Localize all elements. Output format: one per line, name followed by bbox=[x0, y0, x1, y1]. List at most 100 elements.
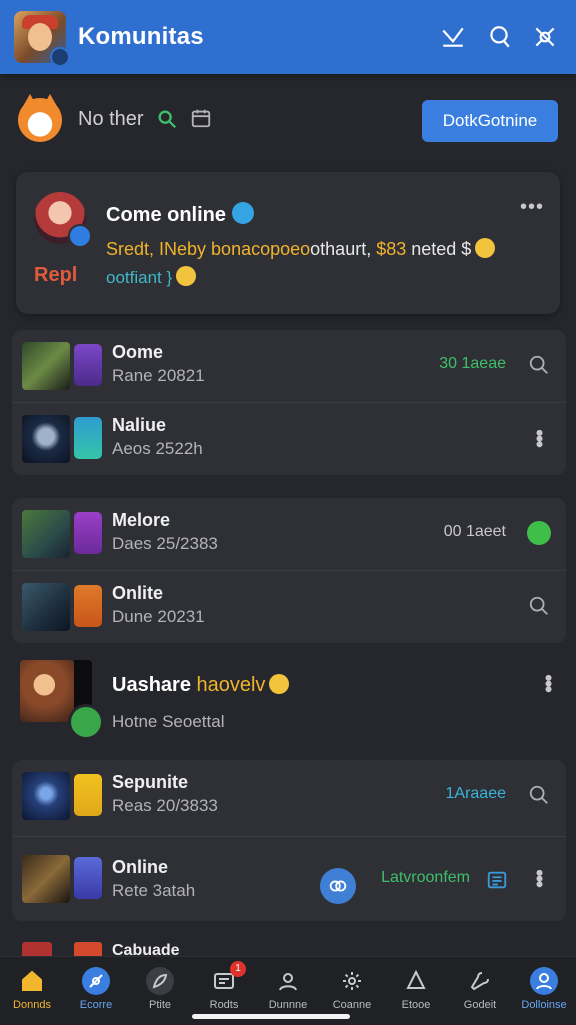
search-icon[interactable] bbox=[526, 352, 552, 378]
compose-fab-icon[interactable] bbox=[320, 868, 356, 904]
nav-label: Godeit bbox=[463, 999, 497, 1011]
inbox-icon[interactable] bbox=[438, 22, 468, 52]
item-status: 30 1aeae bbox=[439, 355, 506, 372]
go-online-button[interactable]: DotkGotnine bbox=[422, 100, 558, 142]
tools-icon bbox=[466, 967, 494, 995]
account-icon bbox=[530, 967, 558, 995]
chat-group-3: Sepunite Reas 20/3833 1Araaee Online Ret… bbox=[12, 760, 566, 921]
emoji-icon bbox=[269, 674, 290, 694]
more-vert-icon[interactable]: ••• bbox=[526, 425, 552, 451]
list-item[interactable]: Naliue Aeos 2522h ••• bbox=[12, 403, 566, 475]
nav-label: Rodts bbox=[209, 999, 239, 1011]
badge-icon bbox=[232, 202, 254, 224]
feather-icon bbox=[146, 967, 174, 995]
green-dot-icon[interactable] bbox=[526, 520, 552, 546]
game-thumbnail bbox=[22, 855, 70, 903]
game-thumbnail bbox=[22, 942, 52, 956]
list-item[interactable]: Onlite Dune 20231 bbox=[12, 571, 566, 643]
item-status: 00 1aeet bbox=[443, 523, 506, 540]
profile-icon bbox=[274, 967, 302, 995]
game-mini-icon bbox=[74, 512, 102, 554]
conversation-item[interactable]: Uashare haovelv Hotne Seoettal ••• bbox=[0, 652, 576, 744]
item-title: Naliue bbox=[112, 415, 167, 435]
list-item-partial[interactable]: Cabuade bbox=[12, 938, 566, 956]
people-icon bbox=[402, 967, 430, 995]
page-title: Komunitas bbox=[78, 23, 204, 50]
game-thumbnail bbox=[22, 583, 70, 631]
game-mini-icon bbox=[74, 344, 102, 386]
item-subtitle: Daes 25/2383 bbox=[112, 534, 218, 553]
search-icon[interactable] bbox=[484, 22, 514, 52]
list-item[interactable]: Sepunite Reas 20/3833 1Araaee bbox=[12, 760, 566, 837]
list-item[interactable]: Online Rete 3atah Latvroonfem ••• bbox=[12, 837, 566, 921]
nav-label: Ptite bbox=[148, 999, 171, 1011]
verified-icon bbox=[68, 224, 92, 248]
nav-label: Ecorre bbox=[79, 999, 113, 1011]
fox-mascot-icon bbox=[18, 94, 62, 142]
msg-part: Sredt, INeby bbox=[106, 239, 212, 259]
search-icon[interactable] bbox=[526, 593, 552, 619]
game-thumbnail bbox=[22, 415, 70, 463]
msg-part: bonacopoeo bbox=[211, 239, 311, 259]
item-title: Online bbox=[112, 857, 169, 877]
emoji-icon bbox=[176, 266, 197, 286]
nav-account[interactable]: Dolloinse bbox=[512, 957, 576, 1025]
list-item[interactable]: Melore Daes 25/2383 00 1aeet bbox=[12, 498, 566, 571]
msg-part: neted $ bbox=[406, 239, 472, 259]
item-subtitle: Rane 20821 bbox=[112, 366, 205, 385]
msg-part: ootfiant } bbox=[106, 268, 173, 287]
nav-label: Etooe bbox=[401, 999, 431, 1011]
nav-people[interactable]: Etooe bbox=[384, 957, 448, 1025]
chat-group-2: Melore Daes 25/2383 00 1aeet Onlite Dune… bbox=[12, 498, 566, 643]
game-thumbnail bbox=[22, 772, 70, 820]
item-subtitle: Dune 20231 bbox=[112, 607, 205, 626]
item-subtitle: Rete 3atah bbox=[112, 881, 196, 900]
featured-card[interactable]: Repl Come online ••• Sredt, INeby bonaco… bbox=[16, 172, 560, 314]
app-bar: Komunitas bbox=[0, 0, 576, 74]
online-indicator bbox=[527, 521, 551, 545]
home-indicator[interactable] bbox=[192, 1014, 350, 1019]
nav-feather[interactable]: Ptite bbox=[128, 957, 192, 1025]
list-item[interactable]: Oome Rane 20821 30 1aeae bbox=[12, 330, 566, 403]
game-mini-icon bbox=[74, 774, 102, 816]
game-mini-icon bbox=[74, 585, 102, 627]
item-status: Latvroonfem bbox=[381, 869, 470, 886]
game-mini-icon bbox=[74, 417, 102, 459]
item-title: Cabuade bbox=[112, 942, 180, 956]
conversation-title: Uashare haovelv bbox=[112, 674, 290, 697]
more-vert-icon[interactable]: ••• bbox=[526, 865, 552, 891]
item-title: Onlite bbox=[112, 583, 164, 603]
featured-title: Come online bbox=[106, 204, 227, 226]
nav-tools[interactable]: Godeit bbox=[448, 957, 512, 1025]
nav-explore[interactable]: Ecorre bbox=[64, 957, 128, 1025]
nav-home[interactable]: Donnds bbox=[0, 957, 64, 1025]
nav-label: Dolloinse bbox=[521, 999, 567, 1011]
item-title: Sepunite bbox=[112, 772, 189, 792]
notes-icon[interactable] bbox=[486, 869, 508, 891]
filter-label[interactable]: No ther bbox=[78, 108, 144, 131]
filter-search-icon[interactable] bbox=[156, 108, 178, 130]
featured-avatar[interactable] bbox=[34, 192, 92, 248]
featured-message: Sredt, INeby bonacopoeoothaurt, $83 nete… bbox=[106, 238, 496, 260]
emoji-icon bbox=[475, 238, 496, 258]
more-vert-icon[interactable]: ••• bbox=[536, 674, 561, 691]
settings-icon bbox=[338, 967, 366, 995]
home-icon bbox=[18, 967, 46, 995]
msg-part: othaurt, bbox=[310, 239, 377, 259]
game-thumbnail bbox=[22, 342, 70, 390]
game-thumbnail bbox=[22, 510, 70, 558]
compass-icon bbox=[82, 967, 110, 995]
calendar-icon[interactable] bbox=[190, 106, 212, 130]
item-subtitle: Aeos 2522h bbox=[112, 439, 203, 458]
chat-search-icon[interactable] bbox=[526, 782, 552, 808]
conversation-subtitle: Hotne Seoettal bbox=[112, 712, 225, 731]
title-part: haovelv bbox=[196, 674, 266, 696]
title-part: Uashare bbox=[112, 674, 197, 696]
settings-icon[interactable] bbox=[530, 22, 560, 52]
nav-label: Dunnne bbox=[268, 999, 308, 1011]
more-icon[interactable]: ••• bbox=[520, 196, 544, 219]
game-mini-icon bbox=[74, 857, 102, 899]
reply-link[interactable]: Repl bbox=[34, 264, 77, 287]
app-avatar[interactable] bbox=[14, 11, 70, 67]
msg-part: $83 bbox=[376, 239, 407, 259]
